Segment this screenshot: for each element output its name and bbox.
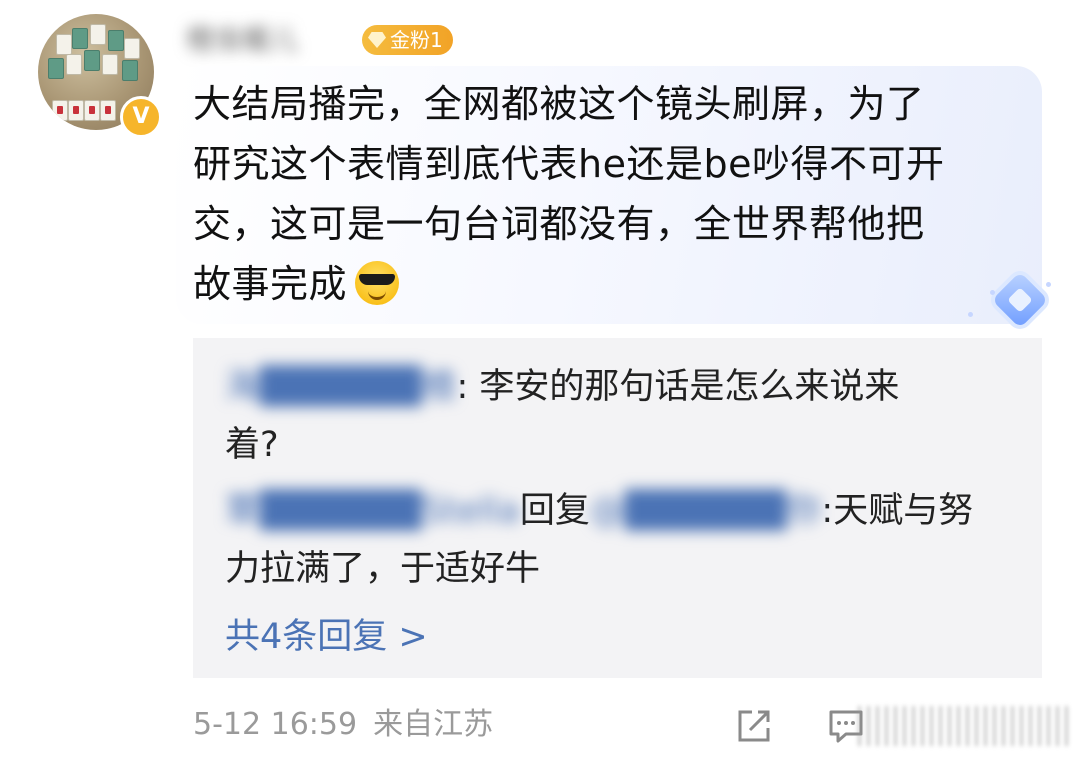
- reply-box[interactable]: 海██████楂: 李安的那句话是怎么来说来 着? 覃██████Stella回…: [193, 338, 1042, 678]
- mahjong-tile: [124, 38, 140, 59]
- post-location: 来自江苏: [373, 707, 494, 742]
- reply-author[interactable]: 海██████楂: [225, 367, 457, 407]
- mahjong-tile: [122, 60, 138, 81]
- mahjong-tile: [100, 100, 116, 121]
- reply-item[interactable]: 海██████楂: 李安的那句话是怎么来说来 着?: [225, 358, 1015, 474]
- mahjong-tile: [102, 54, 118, 75]
- reply-mention[interactable]: @██████你: [590, 491, 822, 531]
- mahjong-tile: [84, 100, 100, 121]
- sparkle-dot: [1046, 282, 1051, 287]
- post-text-line: 大结局播完，全网都被这个镜头刷屏，为了: [193, 82, 925, 126]
- reply-text: 李安的那句话是怎么来说来: [479, 367, 900, 407]
- fan-badge-label: 金粉1: [390, 28, 443, 52]
- post-meta: 5-12 16:59 来自江苏: [193, 702, 509, 748]
- mahjong-tile: [48, 58, 64, 79]
- sparkle-dot: [990, 290, 995, 295]
- mahjong-tile: [90, 24, 106, 45]
- reply-separator: :: [821, 491, 834, 531]
- mahjong-tile: [66, 54, 82, 75]
- verified-icon: V: [120, 96, 162, 138]
- post-text-line: 研究这个表情到底代表he还是be吵得不可开: [193, 142, 945, 186]
- reply-text: 着?: [225, 425, 279, 465]
- reply-item[interactable]: 覃██████Stella回复@██████你:天赋与努 力拉满了，于适好牛: [225, 482, 1015, 598]
- post-text-line-text: 故事完成: [193, 262, 348, 306]
- reply-text: 天赋与努: [833, 491, 974, 531]
- reply-text: 力拉满了，于适好牛: [225, 549, 541, 589]
- share-icon[interactable]: [734, 706, 774, 746]
- mahjong-tile: [56, 34, 72, 55]
- mahjong-tile: [84, 50, 100, 71]
- cool-face-emoji-icon: [355, 261, 400, 305]
- reply-author[interactable]: 覃██████Stella: [225, 491, 520, 531]
- mahjong-tile: [68, 100, 84, 121]
- post-text-line: 故事完成: [193, 254, 1023, 314]
- mahjong-tile: [72, 28, 88, 49]
- post-date: 5-12 16:59: [193, 707, 358, 742]
- username[interactable]: 橙虫暖儿: [186, 22, 298, 58]
- view-more-replies-link[interactable]: 共4条回复 >: [225, 608, 428, 666]
- mahjong-tile: [52, 100, 68, 121]
- like-count-blurred[interactable]: [858, 706, 1068, 746]
- gem-icon: [368, 32, 386, 48]
- sparkle-dot: [968, 312, 973, 317]
- reply-word: 回复: [519, 491, 590, 531]
- post-text: 大结局播完，全网都被这个镜头刷屏，为了 研究这个表情到底代表he还是be吵得不可…: [193, 74, 1023, 314]
- post-text-line: 交，这可是一句台词都没有，全世界帮他把: [193, 202, 925, 246]
- fan-badge[interactable]: 金粉1: [362, 25, 453, 55]
- reply-separator: :: [456, 367, 480, 407]
- mahjong-tile: [108, 30, 124, 51]
